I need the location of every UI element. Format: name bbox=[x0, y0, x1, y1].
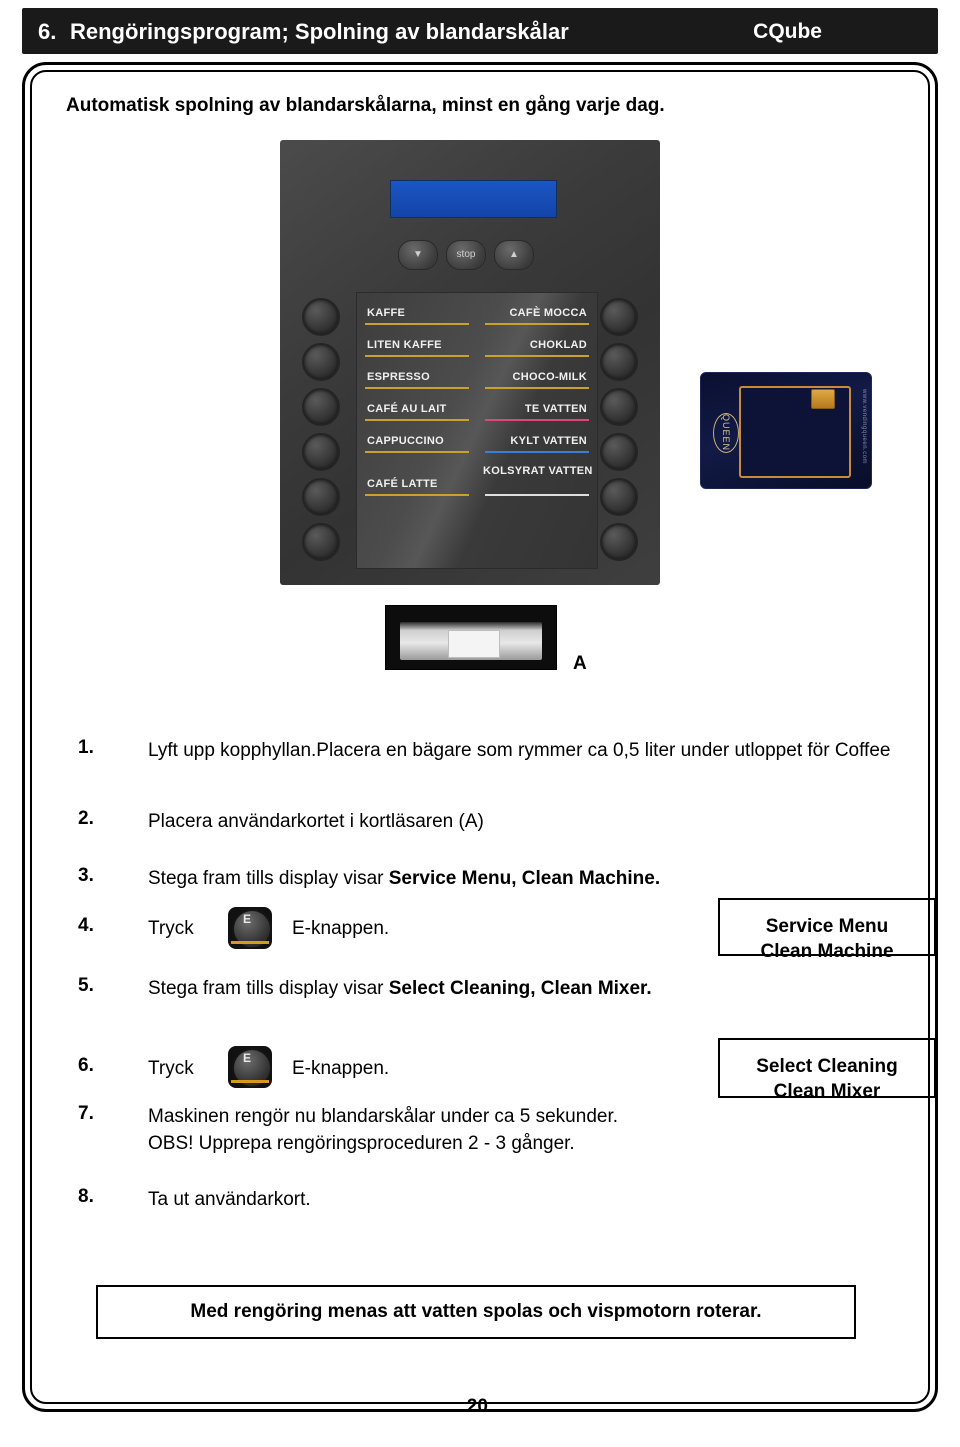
selection-button-left-4[interactable] bbox=[302, 433, 340, 471]
step-7-line-2: OBS! Upprepa rengöringsproceduren 2 - 3 … bbox=[148, 1133, 575, 1154]
drink-label-left-3: ESPRESSO bbox=[367, 371, 430, 383]
selection-button-left-3[interactable] bbox=[302, 388, 340, 426]
step-6-text-tail: E-knappen. bbox=[292, 1058, 390, 1079]
divider bbox=[485, 323, 589, 325]
step-8-text: Ta ut användarkort. bbox=[148, 1189, 311, 1210]
e-button-letter: E bbox=[243, 1051, 252, 1065]
selection-button-left-2[interactable] bbox=[302, 343, 340, 381]
user-card-illustration: QUEEN www.vendingqueen.com bbox=[700, 372, 872, 489]
e-button-underline bbox=[231, 941, 269, 944]
step-4-number: 4. bbox=[78, 915, 94, 936]
step-5-number: 5. bbox=[78, 975, 94, 996]
header-brand: CQube bbox=[753, 20, 822, 43]
step-3-text-lead: Stega fram tills display visar bbox=[148, 868, 389, 889]
step-1-text: Lyft upp kopphyllan.Placera en bägare so… bbox=[148, 740, 891, 761]
card-url-label: www.vendingqueen.com bbox=[861, 389, 867, 465]
drink-label-left-2: LITEN KAFFE bbox=[367, 339, 442, 351]
step-4-text-tail: E-knappen. bbox=[292, 918, 390, 939]
selection-button-right-3[interactable] bbox=[600, 388, 638, 426]
selection-button-left-1[interactable] bbox=[302, 298, 340, 336]
drink-label-right-6: KOLSYRAT VATTEN bbox=[483, 465, 593, 477]
divider bbox=[485, 355, 589, 357]
card-reader-slot bbox=[448, 630, 500, 658]
e-button-letter: E bbox=[243, 912, 252, 926]
drink-label-right-1: CAFÈ MOCCA bbox=[509, 307, 587, 319]
display-readout-2-line1: Select Cleaning bbox=[756, 1056, 898, 1077]
step-3-text: Stega fram tills display visar Service M… bbox=[148, 865, 848, 892]
divider bbox=[365, 355, 469, 357]
step-7-text: Maskinen rengör nu blandarskålar under c… bbox=[148, 1103, 708, 1157]
step-7-number: 7. bbox=[78, 1103, 94, 1124]
e-button-icon[interactable]: E bbox=[228, 907, 272, 949]
card-chip-icon bbox=[811, 389, 835, 409]
divider bbox=[365, 323, 469, 325]
machine-display bbox=[390, 180, 557, 218]
e-button-icon-2[interactable]: E bbox=[228, 1046, 272, 1088]
drink-label-right-3: CHOCO-MILK bbox=[512, 371, 587, 383]
step-1-number: 1. bbox=[78, 737, 94, 758]
drink-label-left-5: CAPPUCCINO bbox=[367, 435, 444, 447]
stop-button[interactable]: stop bbox=[446, 240, 486, 270]
step-3-number: 3. bbox=[78, 865, 94, 886]
drink-label-right-4: TE VATTEN bbox=[524, 403, 587, 415]
drink-label-left-4: CAFÉ AU LAIT bbox=[367, 403, 447, 415]
divider bbox=[365, 419, 469, 421]
machine-front-panel-illustration: ▼ stop ▲ KAFFE LITEN KAFFE ESPRESSO CAFÉ… bbox=[280, 140, 660, 585]
selection-button-right-4[interactable] bbox=[600, 433, 638, 471]
display-readout-1: Service Menu Clean Machine bbox=[718, 898, 936, 962]
divider bbox=[365, 494, 469, 496]
card-brand-label: QUEEN bbox=[713, 413, 739, 453]
display-readout-1-line1: Service Menu bbox=[765, 916, 889, 937]
step-2-number: 2. bbox=[78, 808, 94, 829]
divider bbox=[485, 419, 589, 421]
header-section-title: Rengöringsprogram; Spolning av blandarsk… bbox=[70, 19, 569, 44]
selection-button-left-6[interactable] bbox=[302, 523, 340, 561]
selection-button-right-5[interactable] bbox=[600, 478, 638, 516]
display-readout-2-line2: Clean Mixer bbox=[773, 1081, 881, 1102]
divider bbox=[485, 494, 589, 496]
display-readout-2: Select Cleaning Clean Mixer bbox=[718, 1038, 936, 1102]
divider bbox=[365, 387, 469, 389]
step-3-text-bold: Service Menu, Clean Machine. bbox=[388, 868, 661, 889]
step-5-text-lead: Stega fram tills display visar bbox=[148, 978, 389, 999]
e-button-underline bbox=[231, 1080, 269, 1083]
cup-shelf-photo bbox=[385, 605, 557, 670]
step-2-text: Placera användarkortet i kortläsaren (A) bbox=[148, 808, 848, 835]
step-8-number: 8. bbox=[78, 1186, 94, 1207]
step-5-text: Stega fram tills display visar Select Cl… bbox=[148, 975, 848, 1002]
selection-button-left-5[interactable] bbox=[302, 478, 340, 516]
step-7-line-1: Maskinen rengör nu blandarskålar under c… bbox=[148, 1106, 619, 1127]
step-4-text-lead: Tryck bbox=[148, 918, 194, 939]
drink-label-right-5: KYLT VATTEN bbox=[510, 435, 587, 447]
callout-label-a: A bbox=[573, 653, 587, 674]
drink-label-right-2: CHOKLAD bbox=[529, 339, 587, 351]
drink-label-left-1: KAFFE bbox=[367, 307, 406, 319]
divider bbox=[485, 451, 589, 453]
divider bbox=[365, 451, 469, 453]
drink-label-left-6: CAFÉ LATTE bbox=[367, 478, 438, 490]
drink-selection-panel: KAFFE LITEN KAFFE ESPRESSO CAFÉ AU LAIT … bbox=[356, 292, 598, 569]
selection-button-right-6[interactable] bbox=[600, 523, 638, 561]
selection-button-right-1[interactable] bbox=[600, 298, 638, 336]
cup-down-icon: ▼ bbox=[398, 240, 438, 270]
step-6-text-lead: Tryck bbox=[148, 1058, 194, 1079]
page-subtitle: Automatisk spolning av blandarskålarna, … bbox=[66, 95, 665, 116]
selection-button-right-2[interactable] bbox=[600, 343, 638, 381]
step-6-number: 6. bbox=[78, 1055, 94, 1076]
cup-shelf-surface bbox=[400, 622, 542, 660]
step-5-text-bold: Select Cleaning, Clean Mixer. bbox=[388, 978, 652, 999]
cup-up-icon: ▲ bbox=[494, 240, 534, 270]
step-2-text-lead: Placera användarkortet i kortläsaren (A) bbox=[148, 811, 484, 832]
page-number: 20. bbox=[466, 1396, 494, 1417]
display-readout-1-line2: Clean Machine bbox=[760, 941, 894, 962]
page-header: 6. Rengöringsprogram; Spolning av blanda… bbox=[22, 8, 938, 54]
header-section-number: 6. bbox=[38, 19, 57, 44]
footer-note: Med rengöring menas att vatten spolas oc… bbox=[96, 1285, 856, 1339]
divider bbox=[485, 387, 589, 389]
